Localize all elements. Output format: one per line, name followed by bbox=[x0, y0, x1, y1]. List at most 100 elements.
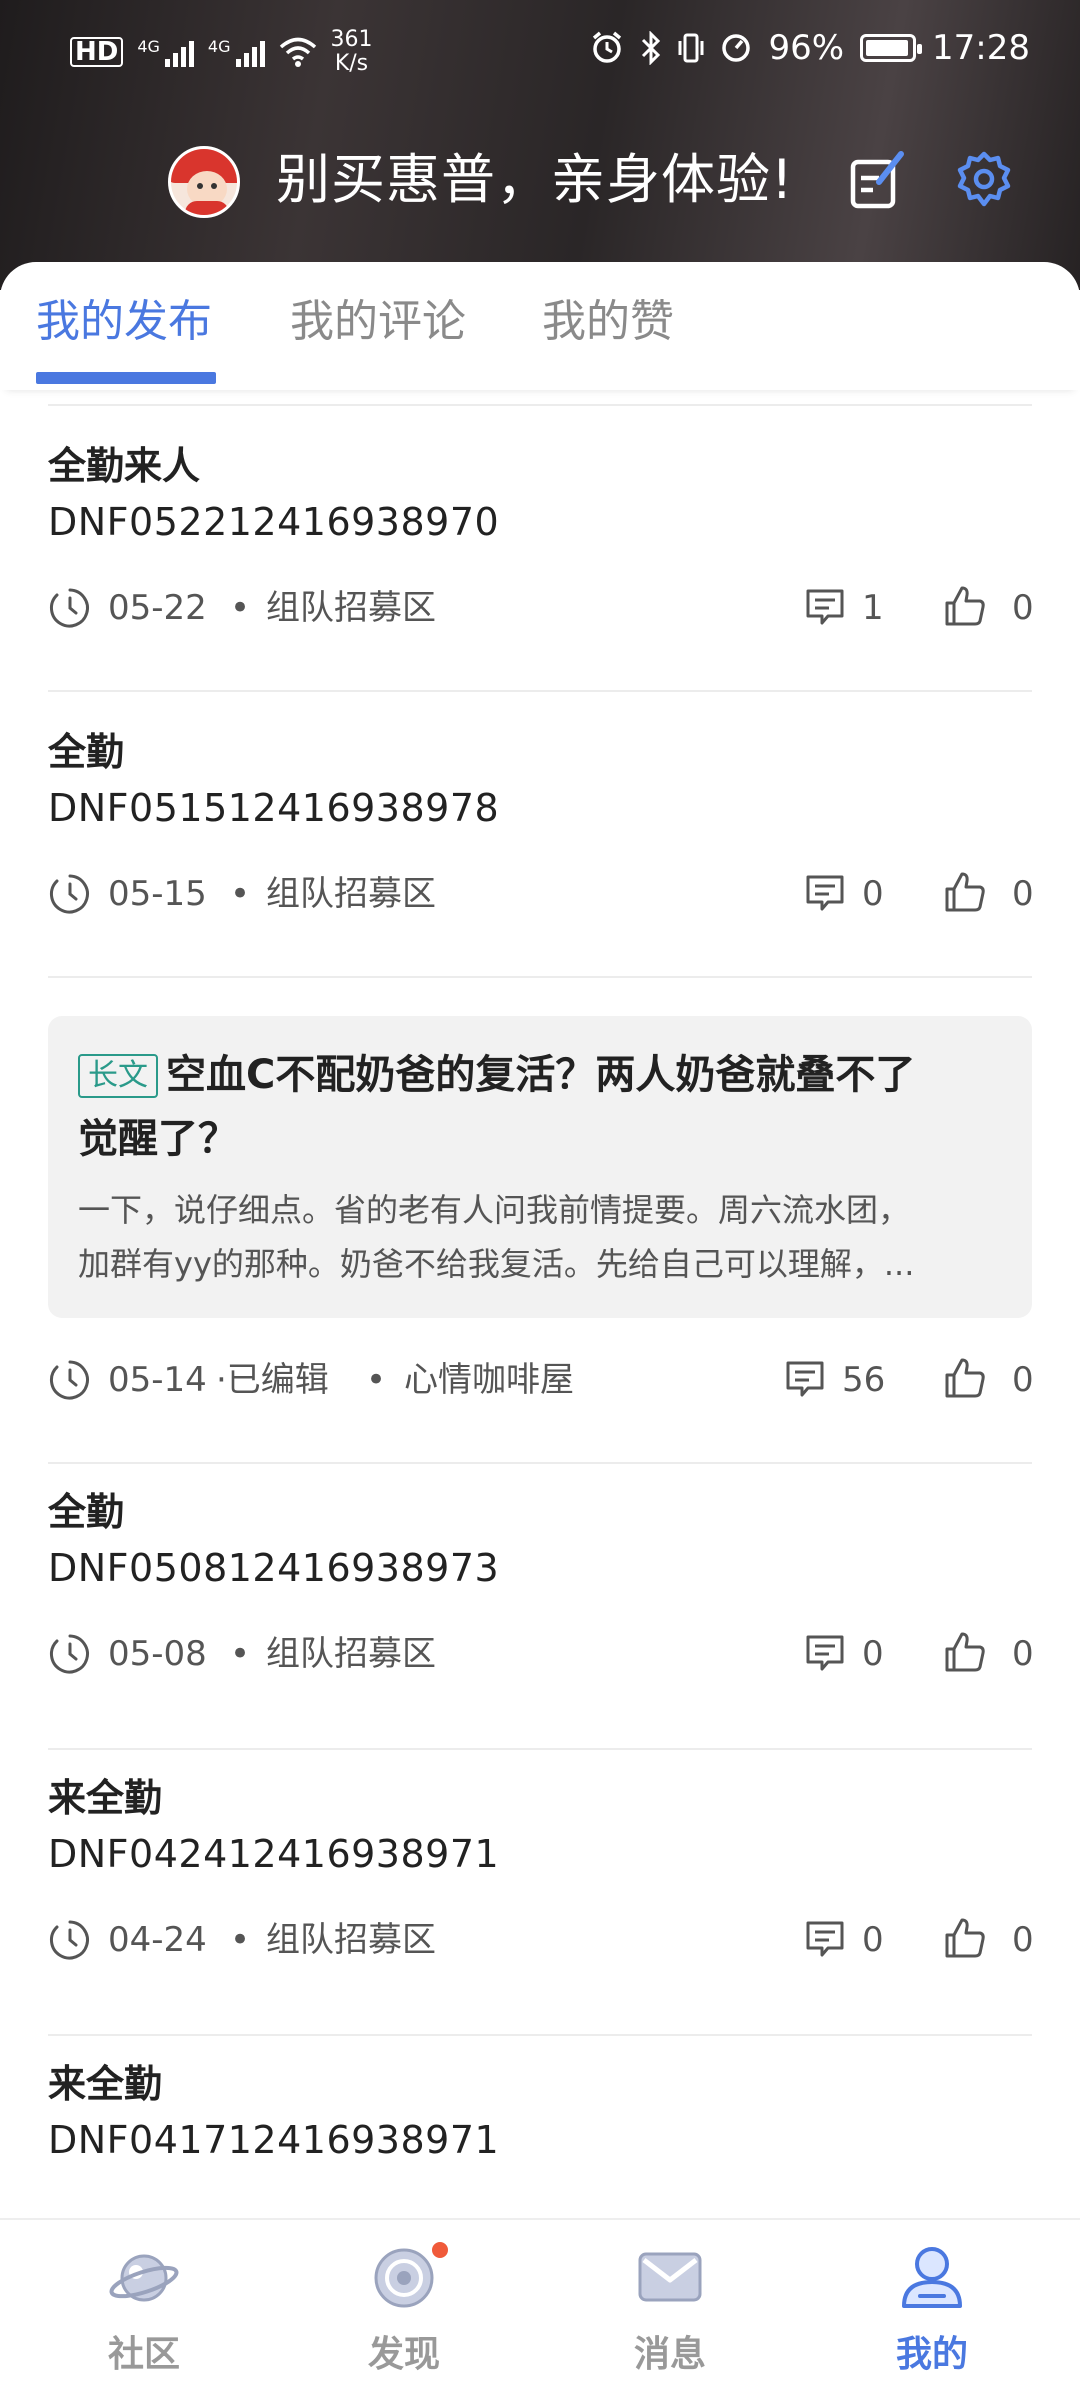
clock-time: 17:28 bbox=[932, 28, 1030, 68]
status-bar: HD 4G 4G 361 K/s 96% 17:28 bbox=[0, 0, 1080, 100]
post-date: 05-14 bbox=[108, 1360, 207, 1400]
post-body[interactable]: DNF050812416938973 bbox=[48, 1540, 499, 1596]
edit-icon[interactable] bbox=[843, 146, 911, 214]
net-speed-value: 361 bbox=[330, 27, 373, 52]
data-saver-icon bbox=[722, 34, 751, 62]
tab-my-likes[interactable]: 我的赞 bbox=[542, 292, 674, 352]
divider bbox=[48, 690, 1032, 692]
nav-label: 发现 bbox=[367, 2334, 440, 2375]
comment-icon[interactable] bbox=[804, 1918, 846, 1960]
content-card: 我的发布 我的评论 我的赞 全勤来人 DNF052212416938970 05… bbox=[0, 262, 1080, 2400]
status-left: HD 4G 4G 361 K/s bbox=[70, 28, 373, 76]
alarm-icon bbox=[593, 31, 622, 63]
post-title[interactable]: 全勤 bbox=[48, 1484, 124, 1540]
long-post-title-cont[interactable]: 觉醒了？ bbox=[78, 1108, 238, 1170]
nav-messages[interactable]: 消息 bbox=[570, 2240, 770, 2390]
nav-label: 我的 bbox=[895, 2334, 968, 2375]
like-icon[interactable] bbox=[943, 1630, 987, 1674]
post-board[interactable]: 组队招募区 bbox=[266, 866, 436, 922]
post-board[interactable]: 心情咖啡屋 bbox=[404, 1352, 574, 1408]
gear-icon[interactable] bbox=[950, 146, 1018, 214]
comment-count: 0 bbox=[862, 1634, 884, 1674]
comment-icon[interactable] bbox=[804, 872, 846, 914]
nav-discover[interactable]: 发现 bbox=[304, 2240, 504, 2390]
nav-me[interactable]: 我的 bbox=[832, 2240, 1032, 2390]
battery-icon bbox=[860, 34, 923, 62]
signal-1-type: 4G bbox=[137, 37, 160, 56]
nav-community[interactable]: 社区 bbox=[44, 2240, 244, 2390]
long-post-title[interactable]: 空血C不配奶爸的复活？两人奶爸就叠不了 bbox=[166, 1044, 915, 1106]
bluetooth-icon bbox=[642, 31, 661, 65]
post-edited: ·已编辑 bbox=[216, 1360, 329, 1400]
post-board[interactable]: 组队招募区 bbox=[266, 1912, 436, 1968]
post-board-dot: • bbox=[366, 1360, 387, 1400]
like-count: 0 bbox=[1012, 1920, 1034, 1960]
divider bbox=[48, 404, 1032, 406]
post-board-dot: • bbox=[230, 1920, 251, 1960]
signal-2-icon: 4G bbox=[208, 37, 265, 67]
clock-icon bbox=[49, 1920, 89, 1960]
status-right: 96% 17:28 bbox=[590, 28, 1030, 68]
post-board-dot: • bbox=[230, 588, 251, 628]
post-title[interactable]: 来全勤 bbox=[48, 1770, 162, 1826]
profile-header: HD 4G 4G 361 K/s 96% 17:28 别买惠普，亲身体验! bbox=[0, 0, 1080, 290]
long-post-tag: 长文 bbox=[78, 1054, 158, 1098]
battery-percent: 96% bbox=[768, 28, 845, 68]
post-body[interactable]: DNF051512416938978 bbox=[48, 780, 499, 836]
post-meta: 05-14 ·已编辑 • 心情咖啡屋 56 0 bbox=[48, 1352, 1034, 1408]
like-count: 0 bbox=[1012, 588, 1034, 628]
divider bbox=[48, 1748, 1032, 1750]
comment-icon[interactable] bbox=[784, 1358, 826, 1400]
post-meta: 05-08 • 组队招募区 0 0 bbox=[48, 1626, 1034, 1682]
tab-my-posts[interactable]: 我的发布 bbox=[36, 292, 212, 352]
post-meta: 05-22 • 组队招募区 1 0 bbox=[48, 580, 1034, 636]
nav-label: 社区 bbox=[107, 2334, 180, 2375]
post-date: 05-08 bbox=[108, 1634, 207, 1674]
clock-icon bbox=[49, 1634, 89, 1674]
post-meta: 05-15 • 组队招募区 0 0 bbox=[48, 866, 1034, 922]
like-icon[interactable] bbox=[943, 584, 987, 628]
like-count: 0 bbox=[1012, 1360, 1034, 1400]
like-icon[interactable] bbox=[943, 1356, 987, 1400]
post-board[interactable]: 组队招募区 bbox=[266, 1626, 436, 1682]
post-body[interactable]: DNF042412416938971 bbox=[48, 1826, 499, 1882]
comment-count: 1 bbox=[862, 588, 884, 628]
avatar[interactable] bbox=[168, 146, 240, 218]
post-date: 04-24 bbox=[108, 1920, 207, 1960]
post-title[interactable]: 全勤来人 bbox=[48, 438, 200, 494]
like-count: 0 bbox=[1012, 874, 1034, 914]
tab-my-comments[interactable]: 我的评论 bbox=[290, 292, 466, 352]
like-count: 0 bbox=[1012, 1634, 1034, 1674]
post-body[interactable]: DNF041712416938971 bbox=[48, 2112, 499, 2168]
like-icon[interactable] bbox=[943, 1916, 987, 1960]
post-feed[interactable]: 全勤来人 DNF052212416938970 05-22 • 组队招募区 1 … bbox=[0, 394, 1080, 2222]
divider bbox=[48, 2034, 1032, 2036]
mail-icon bbox=[638, 2252, 702, 2302]
post-body[interactable]: DNF052212416938970 bbox=[48, 494, 499, 550]
clock-icon bbox=[49, 874, 89, 914]
post-date: 05-22 bbox=[108, 588, 207, 628]
signal-2-type: 4G bbox=[207, 37, 231, 56]
clock-icon bbox=[49, 1360, 89, 1400]
divider bbox=[48, 1462, 1032, 1464]
comment-count: 56 bbox=[842, 1360, 886, 1400]
profile-row: 别买惠普，亲身体验! bbox=[0, 140, 1080, 220]
post-board[interactable]: 组队招募区 bbox=[266, 580, 436, 636]
long-post-card[interactable]: 长文 空血C不配奶爸的复活？两人奶爸就叠不了 觉醒了？ 一下，说仔细点。省的老有… bbox=[48, 1016, 1032, 1318]
planet-icon bbox=[109, 2254, 179, 2302]
comment-icon[interactable] bbox=[804, 1632, 846, 1674]
post-date: 05-15 bbox=[108, 874, 207, 914]
post-title[interactable]: 全勤 bbox=[48, 724, 124, 780]
like-icon[interactable] bbox=[943, 870, 987, 914]
net-speed: 361 K/s bbox=[331, 28, 373, 76]
net-speed-unit: K/s bbox=[334, 51, 369, 76]
tab-active-indicator bbox=[36, 372, 216, 384]
post-board-dot: • bbox=[230, 874, 251, 914]
post-title[interactable]: 来全勤 bbox=[48, 2056, 162, 2112]
user-icon bbox=[902, 2247, 962, 2308]
long-post-excerpt: 一下，说仔细点。省的老有人问我前情提要。周六流水团， bbox=[78, 1191, 911, 1229]
comment-icon[interactable] bbox=[804, 586, 846, 628]
divider bbox=[48, 976, 1032, 978]
comment-count: 0 bbox=[862, 874, 884, 914]
clock-icon bbox=[49, 588, 89, 628]
